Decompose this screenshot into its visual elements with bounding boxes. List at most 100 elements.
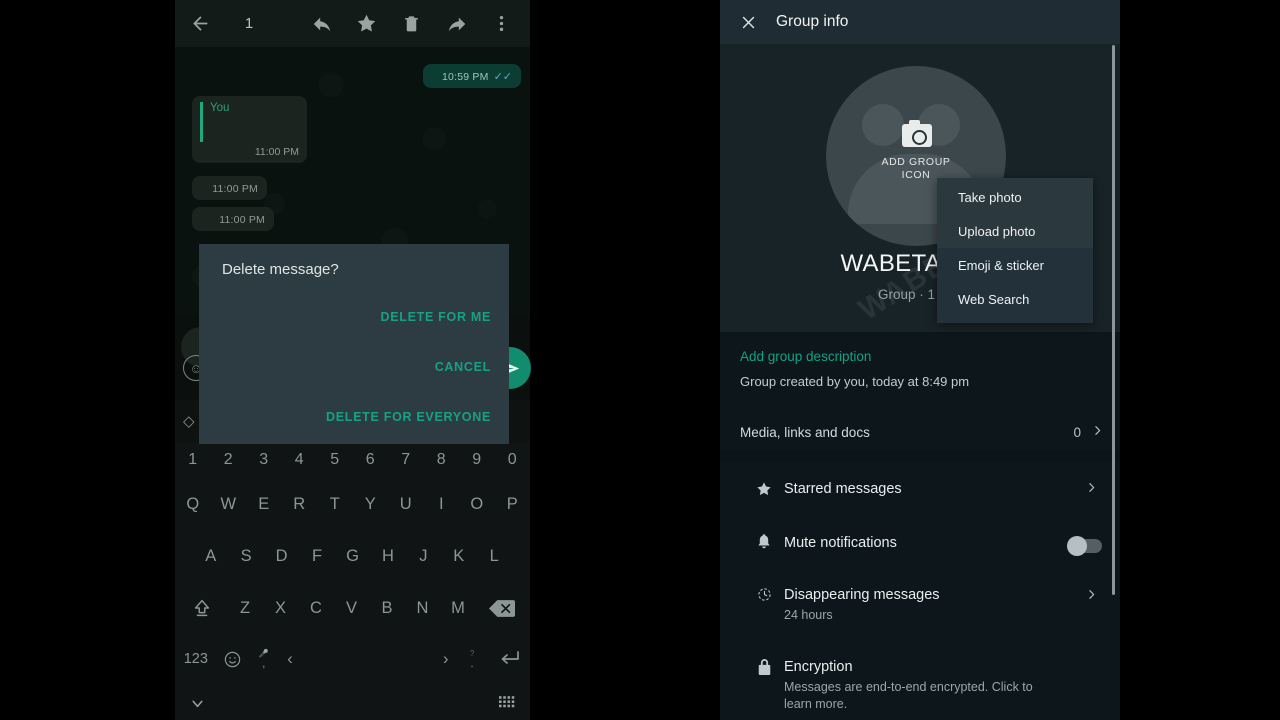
list-item-title: Mute notifications	[784, 535, 897, 551]
key-u[interactable]: U	[388, 495, 424, 514]
menu-item-upload-photo[interactable]: Upload photo	[958, 224, 1035, 239]
message-row[interactable]: You 11:00 PM	[192, 96, 307, 163]
expand-suggestions-icon[interactable]: ◇	[183, 412, 195, 430]
key-q[interactable]: Q	[175, 495, 211, 514]
list-item-subtitle: Messages are end-to-end encrypted. Click…	[784, 680, 1033, 711]
group-created-text: Group created by you, today at 8:49 pm	[740, 374, 970, 389]
system-navigation-bar	[175, 690, 530, 720]
group-info-title: Group info	[776, 13, 849, 30]
keyboard-row-qwerty: Q W E R T Y U I O P	[175, 478, 530, 530]
chevron-right-icon	[1091, 424, 1104, 440]
key-h[interactable]: H	[370, 547, 405, 566]
chevron-down-icon[interactable]	[189, 695, 206, 716]
key-3[interactable]: 3	[246, 451, 282, 469]
key-t[interactable]: T	[317, 495, 353, 514]
key-o[interactable]: O	[459, 495, 495, 514]
key-right-angle[interactable]: ›	[436, 650, 456, 669]
key-4[interactable]: 4	[282, 451, 318, 469]
key-0[interactable]: 0	[495, 451, 531, 469]
key-1[interactable]: 1	[175, 451, 211, 469]
avatar-context-menu: Take photo Upload photo Emoji & sticker …	[937, 178, 1093, 323]
key-s[interactable]: S	[228, 547, 263, 566]
backspace-icon[interactable]	[476, 599, 528, 618]
key-9[interactable]: 9	[459, 451, 495, 469]
key-left-angle[interactable]: ‹	[280, 650, 300, 669]
more-vertical-icon[interactable]	[479, 0, 524, 47]
key-c[interactable]: C	[298, 599, 334, 618]
enter-return-icon[interactable]	[488, 649, 530, 669]
message-row[interactable]: 10:59 PM ✓✓	[423, 64, 521, 88]
key-p[interactable]: P	[495, 495, 531, 514]
delete-for-everyone-button[interactable]: DELETE FOR EVERYONE	[326, 410, 491, 424]
toolbar-actions	[299, 0, 530, 47]
incoming-quoted-bubble[interactable]: You 11:00 PM	[192, 96, 307, 163]
keyboard-grid-icon[interactable]	[499, 696, 516, 714]
close-x-icon[interactable]	[720, 0, 776, 44]
key-y[interactable]: Y	[353, 495, 389, 514]
list-item-encryption[interactable]: Encryption Messages are end-to-end encry…	[720, 642, 1120, 718]
star-icon[interactable]	[344, 0, 389, 47]
key-w[interactable]: W	[211, 495, 247, 514]
incoming-bubble[interactable]: 11:00 PM	[192, 176, 267, 200]
back-arrow-icon[interactable]	[175, 0, 225, 47]
question-icon: ?	[469, 648, 475, 658]
bell-icon	[754, 534, 774, 554]
key-8[interactable]: 8	[424, 451, 460, 469]
key-i[interactable]: I	[424, 495, 460, 514]
reply-arrow-icon[interactable]	[299, 0, 344, 47]
lock-icon	[754, 659, 774, 679]
key-numeric-switch[interactable]: 123	[175, 651, 217, 667]
key-m[interactable]: M	[440, 599, 476, 618]
add-group-description-link[interactable]: Add group description	[740, 349, 871, 364]
menu-item-web-search[interactable]: Web Search	[958, 292, 1029, 307]
mute-notifications-toggle[interactable]	[1067, 536, 1102, 556]
menu-item-take-photo[interactable]: Take photo	[958, 190, 1022, 205]
key-period[interactable]: ? .	[456, 649, 489, 670]
list-item-title: Starred messages	[784, 481, 902, 497]
key-5[interactable]: 5	[317, 451, 353, 469]
key-2[interactable]: 2	[211, 451, 247, 469]
shift-up-icon[interactable]	[177, 597, 227, 619]
key-z[interactable]: Z	[227, 599, 263, 618]
menu-item-emoji-sticker[interactable]: Emoji & sticker	[958, 258, 1044, 273]
key-f[interactable]: F	[299, 547, 334, 566]
key-j[interactable]: J	[406, 547, 441, 566]
key-d[interactable]: D	[264, 547, 299, 566]
message-row[interactable]: 11:00 PM	[192, 207, 274, 231]
media-links-docs-row[interactable]: Media, links and docs 0	[720, 414, 1120, 450]
key-k[interactable]: K	[441, 547, 476, 566]
key-e[interactable]: E	[246, 495, 282, 514]
key-b[interactable]: B	[369, 599, 405, 618]
delete-for-me-button[interactable]: DELETE FOR ME	[381, 310, 492, 324]
cancel-button[interactable]: CANCEL	[435, 360, 491, 374]
incoming-bubble[interactable]: 11:00 PM	[192, 207, 274, 231]
chevron-right-icon	[1085, 481, 1098, 498]
on-screen-keyboard: 1 2 3 4 5 6 7 8 9 0 Q W E R T Y U I O P …	[175, 440, 531, 690]
list-item-starred-messages[interactable]: Starred messages	[720, 462, 1120, 516]
key-n[interactable]: N	[405, 599, 441, 618]
key-7[interactable]: 7	[388, 451, 424, 469]
group-info-scrollbar[interactable]	[1112, 45, 1115, 595]
key-r[interactable]: R	[282, 495, 318, 514]
key-a[interactable]: A	[193, 547, 228, 566]
group-settings-list: Starred messages Mute notifications Disa…	[720, 462, 1120, 720]
key-comma[interactable]: 🎤 ,	[247, 649, 280, 670]
key-6[interactable]: 6	[353, 451, 389, 469]
chat-selection-toolbar: 1	[175, 0, 530, 47]
key-g[interactable]: G	[335, 547, 370, 566]
list-item-body: Encryption Messages are end-to-end encry…	[784, 658, 1054, 713]
list-item-title: Disappearing messages	[784, 587, 940, 603]
forward-arrow-icon[interactable]	[434, 0, 479, 47]
list-item-mute-notifications[interactable]: Mute notifications	[720, 516, 1120, 570]
key-x[interactable]: X	[263, 599, 299, 618]
emoji-smiley-icon[interactable]	[217, 650, 248, 669]
list-item-disappearing-messages[interactable]: Disappearing messages 24 hours	[720, 570, 1120, 642]
key-v[interactable]: V	[334, 599, 370, 618]
trash-icon[interactable]	[389, 0, 434, 47]
key-comma-label: ,	[262, 657, 266, 670]
message-row[interactable]: 11:00 PM	[192, 176, 267, 200]
key-l[interactable]: L	[477, 547, 512, 566]
timer-clock-icon	[754, 587, 774, 606]
dialog-title: Delete message?	[222, 261, 339, 278]
outgoing-bubble[interactable]: 10:59 PM ✓✓	[423, 64, 521, 88]
